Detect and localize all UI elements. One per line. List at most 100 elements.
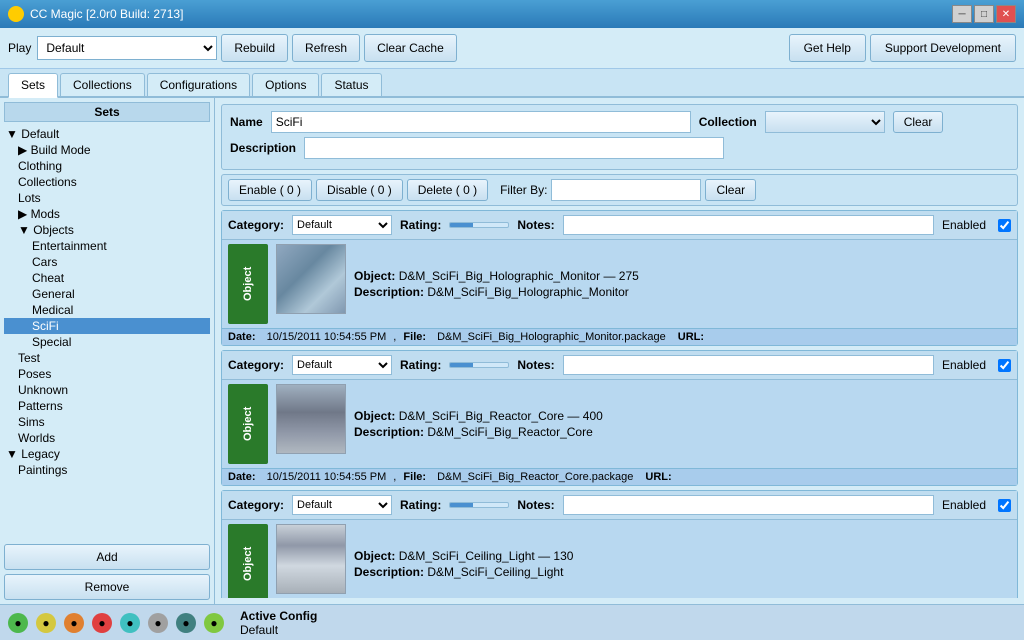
- tree-item-legacy[interactable]: ▼ Legacy: [4, 446, 210, 462]
- profile-dropdown[interactable]: Default: [37, 36, 217, 60]
- tab-collections[interactable]: Collections: [60, 73, 145, 96]
- tree-item-lots[interactable]: Lots: [4, 190, 210, 206]
- maximize-button[interactable]: □: [974, 5, 994, 23]
- tree-item-cars[interactable]: Cars: [4, 254, 210, 270]
- notes-input-0[interactable]: [563, 215, 934, 235]
- tree-item-general[interactable]: General: [4, 286, 210, 302]
- tree-item-test[interactable]: Test: [4, 350, 210, 366]
- objects-list: Category: Default Rating: Notes: Enabled…: [221, 210, 1018, 598]
- rating-bar-0[interactable]: [449, 222, 509, 228]
- desc-input[interactable]: [304, 137, 724, 159]
- get-help-button[interactable]: Get Help: [789, 34, 866, 62]
- refresh-button[interactable]: Refresh: [292, 34, 360, 62]
- rating-label-2: Rating:: [400, 498, 441, 512]
- desc-text-2: Description: D&M_SciFi_Ceiling_Light: [354, 565, 1011, 579]
- status-icon-gray[interactable]: ●: [148, 613, 168, 633]
- notes-input-2[interactable]: [563, 495, 934, 515]
- tree-item-scifi[interactable]: SciFi: [4, 318, 210, 334]
- enabled-checkbox-1[interactable]: [998, 359, 1011, 372]
- name-input[interactable]: [271, 111, 691, 133]
- collection-select[interactable]: [765, 111, 885, 133]
- support-button[interactable]: Support Development: [870, 34, 1016, 62]
- tree-item-paintings[interactable]: Paintings: [4, 462, 210, 478]
- status-icon-green[interactable]: ●: [8, 613, 28, 633]
- tree-item-unknown[interactable]: Unknown: [4, 382, 210, 398]
- collection-clear-button[interactable]: Clear: [893, 111, 944, 133]
- minimize-button[interactable]: ─: [952, 5, 972, 23]
- active-config: Active Config Default: [240, 609, 317, 637]
- tree-item-poses[interactable]: Poses: [4, 366, 210, 382]
- tree-item-collections[interactable]: Collections: [4, 174, 210, 190]
- filter-input[interactable]: [551, 179, 701, 201]
- status-icon-teal[interactable]: ●: [176, 613, 196, 633]
- tree-item-sims[interactable]: Sims: [4, 414, 210, 430]
- active-config-label: Active Config: [240, 609, 317, 623]
- filter-clear-button[interactable]: Clear: [705, 179, 756, 201]
- window-title: CC Magic [2.0r0 Build: 2713]: [30, 7, 183, 21]
- status-icon-lime[interactable]: ●: [204, 613, 224, 633]
- play-label: Play: [8, 41, 31, 55]
- name-label: Name: [230, 115, 263, 129]
- disable-button[interactable]: Disable ( 0 ): [316, 179, 403, 201]
- tree-item-mods[interactable]: ▶ Mods: [4, 206, 210, 222]
- clear-cache-button[interactable]: Clear Cache: [364, 34, 457, 62]
- tree-item-clothing[interactable]: Clothing: [4, 158, 210, 174]
- object-tag-2: Object: [228, 524, 268, 598]
- status-icon-cyan[interactable]: ●: [120, 613, 140, 633]
- main-area: Sets ▼ Default ▶ Build Mode Clothing Col…: [0, 98, 1024, 604]
- tree-item-build-mode[interactable]: ▶ Build Mode: [4, 142, 210, 158]
- status-icon-yellow[interactable]: ●: [36, 613, 56, 633]
- action-bar: Enable ( 0 ) Disable ( 0 ) Delete ( 0 ) …: [221, 174, 1018, 206]
- enabled-checkbox-2[interactable]: [998, 499, 1011, 512]
- status-icon-red[interactable]: ●: [92, 613, 112, 633]
- enabled-checkbox-0[interactable]: [998, 219, 1011, 232]
- tree-item-objects[interactable]: ▼ Objects: [4, 222, 210, 238]
- category-label-0: Category:: [228, 218, 284, 232]
- remove-button[interactable]: Remove: [4, 574, 210, 600]
- tree-item-patterns[interactable]: Patterns: [4, 398, 210, 414]
- toolbar: Play Default Rebuild Refresh Clear Cache…: [0, 28, 1024, 69]
- status-bar: ● ● ● ● ● ● ● ● Active Config Default: [0, 604, 1024, 640]
- url-label-0: URL:: [678, 331, 704, 343]
- object-tag-1: Object: [228, 384, 268, 464]
- rating-label-1: Rating:: [400, 358, 441, 372]
- collection-label: Collection: [699, 115, 757, 129]
- thumbnail-1: [276, 384, 346, 454]
- tree-item-cheat[interactable]: Cheat: [4, 270, 210, 286]
- app-icon: [8, 6, 24, 22]
- tree-item-special[interactable]: Special: [4, 334, 210, 350]
- filter-label: Filter By:: [500, 183, 547, 197]
- desc-label: Description: [230, 141, 296, 155]
- enabled-label-2: Enabled: [942, 498, 986, 512]
- rating-bar-1[interactable]: [449, 362, 509, 368]
- title-bar: CC Magic [2.0r0 Build: 2713] ─ □ ✕: [0, 0, 1024, 28]
- enabled-label-0: Enabled: [942, 218, 986, 232]
- tab-options[interactable]: Options: [252, 73, 319, 96]
- tab-sets[interactable]: Sets: [8, 73, 58, 98]
- status-icon-orange[interactable]: ●: [64, 613, 84, 633]
- category-select-0[interactable]: Default: [292, 215, 392, 235]
- card-footer-1: Date: 10/15/2011 10:54:55 PM , File: D&M…: [222, 468, 1017, 485]
- thumbnail-0: [276, 244, 346, 314]
- rebuild-button[interactable]: Rebuild: [221, 34, 288, 62]
- tree-item-entertainment[interactable]: Entertainment: [4, 238, 210, 254]
- category-select-1[interactable]: Default: [292, 355, 392, 375]
- delete-button[interactable]: Delete ( 0 ): [407, 179, 488, 201]
- tab-status[interactable]: Status: [321, 73, 381, 96]
- tree-item-default[interactable]: ▼ Default: [4, 126, 210, 142]
- object-card-1: Category: Default Rating: Notes: Enabled…: [221, 350, 1018, 486]
- category-select-2[interactable]: Default: [292, 495, 392, 515]
- tab-configurations[interactable]: Configurations: [147, 73, 250, 96]
- notes-label-1: Notes:: [517, 358, 554, 372]
- tree-item-worlds[interactable]: Worlds: [4, 430, 210, 446]
- active-config-value: Default: [240, 623, 317, 637]
- object-card-0: Category: Default Rating: Notes: Enabled…: [221, 210, 1018, 346]
- object-text-0: Object: D&M_SciFi_Big_Holographic_Monito…: [354, 269, 1011, 283]
- rating-bar-2[interactable]: [449, 502, 509, 508]
- notes-input-1[interactable]: [563, 355, 934, 375]
- url-label-1: URL:: [645, 471, 671, 483]
- tree-item-medical[interactable]: Medical: [4, 302, 210, 318]
- add-button[interactable]: Add: [4, 544, 210, 570]
- enable-button[interactable]: Enable ( 0 ): [228, 179, 312, 201]
- close-button[interactable]: ✕: [996, 5, 1016, 23]
